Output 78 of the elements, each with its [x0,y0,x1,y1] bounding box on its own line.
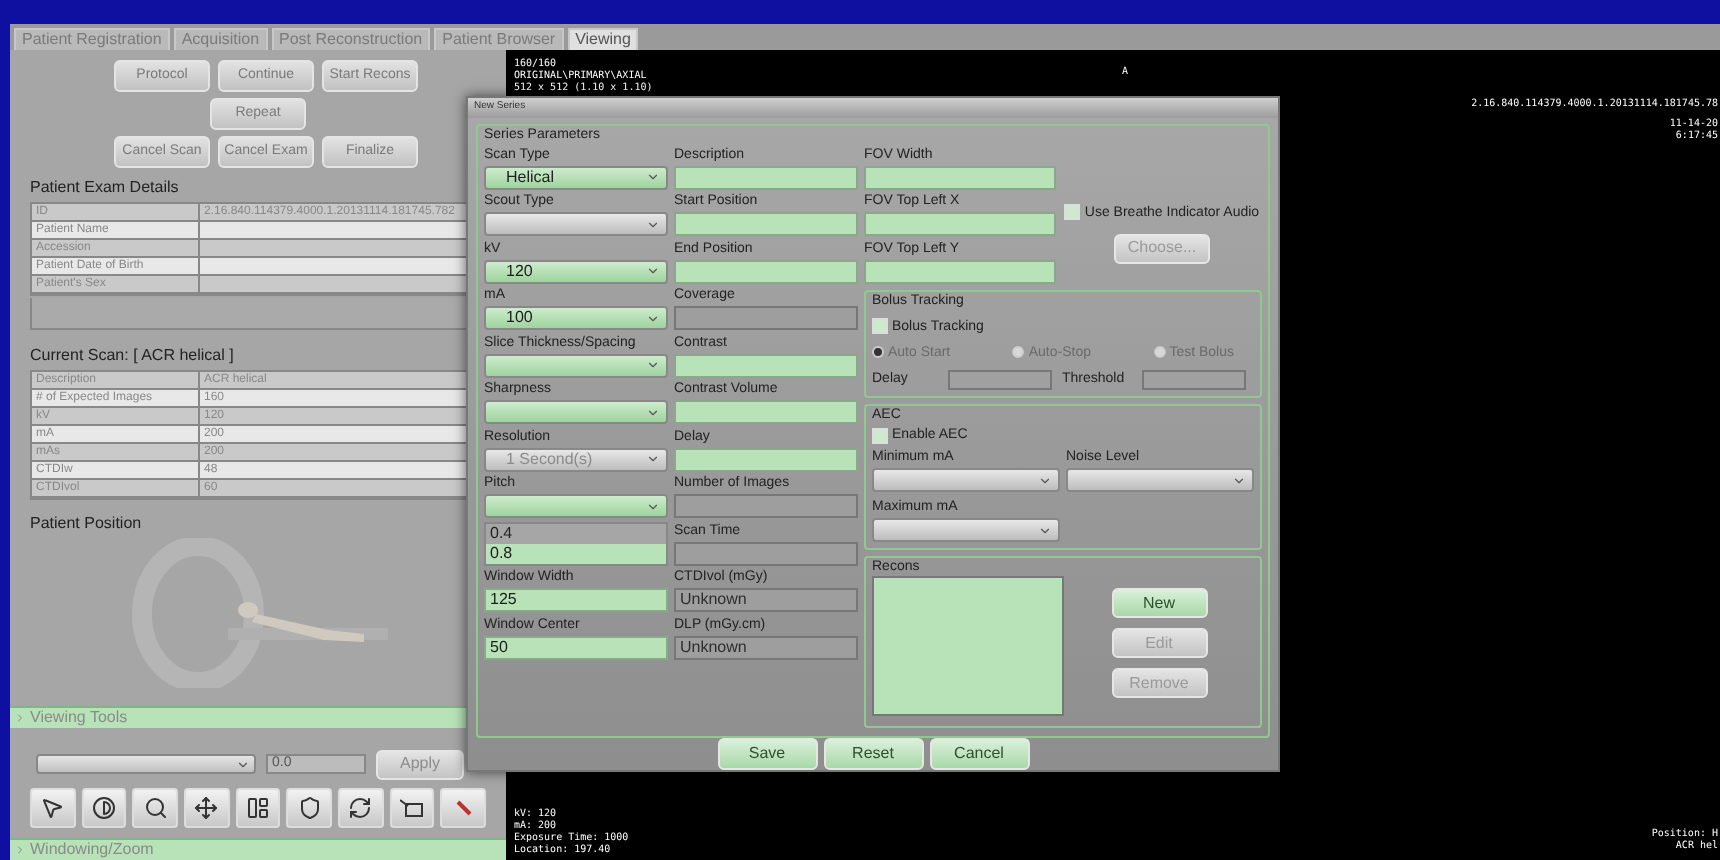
tab[interactable]: Viewing [567,28,639,50]
caret-icon [1038,473,1052,487]
input-field[interactable] [674,259,858,283]
zoom-icon [143,796,168,820]
radio-button[interactable] [1012,346,1025,358]
dropdown[interactable] [1066,468,1254,492]
caret-icon [646,452,660,466]
dropdown[interactable] [484,353,668,377]
section-title: Current Scan: [ ACR helical ] [30,344,236,368]
caret-icon [646,405,660,419]
input-field[interactable] [948,369,1052,390]
box-icon [400,798,425,818]
dialog-button[interactable]: Save [717,738,817,770]
dropdown[interactable] [484,494,668,518]
radio-button[interactable] [872,346,884,358]
recons-button[interactable]: New [1111,588,1207,618]
tab[interactable]: Post Reconstruction [271,28,431,50]
input-field[interactable] [674,447,858,471]
expand-icon [14,712,26,724]
input-field[interactable]: 125 [484,588,668,612]
caret-icon [1038,523,1052,537]
tool-button[interactable] [81,788,127,828]
checkbox[interactable] [872,427,888,443]
input-field[interactable] [1142,369,1246,390]
input-field[interactable] [674,353,858,377]
move-icon [194,796,219,820]
input-field[interactable] [864,165,1056,189]
dropdown[interactable]: 100 [484,306,668,330]
tool-button[interactable] [184,788,230,828]
pointer-icon [40,796,65,820]
tool-button[interactable] [389,788,435,828]
layout-icon [246,796,271,820]
checkbox[interactable] [872,318,888,334]
dropdown[interactable]: Helical [484,165,668,189]
dialog-button[interactable]: Reset [823,738,923,770]
input-field[interactable] [674,212,858,236]
section-title: Patient Position [30,512,144,536]
caret-icon [646,170,660,184]
section-title: Patient Exam Details [30,176,181,200]
caret-icon [646,217,660,231]
caret-icon [646,499,660,513]
tool-button[interactable] [132,788,179,828]
input-field[interactable] [674,165,858,189]
tab[interactable]: Patient Registration [14,28,170,50]
caret-icon [1232,473,1246,487]
radio-button[interactable] [1153,346,1166,358]
dialog-button[interactable]: Cancel [929,738,1029,770]
tab[interactable]: Patient Browser [434,28,564,50]
tool-button[interactable] [440,788,487,828]
section-bar[interactable]: Windowing/Zoom [10,838,506,860]
dropdown[interactable]: 120 [484,259,668,283]
apply-button[interactable]: Apply [376,749,464,779]
caret-icon [646,311,660,325]
tool-button[interactable] [286,788,333,828]
dropdown[interactable] [872,518,1060,542]
dropdown[interactable] [872,468,1060,492]
list-option[interactable]: 0.8 [486,543,666,563]
dropdown[interactable] [484,400,668,424]
rotate-icon [348,796,373,820]
recons-list[interactable] [872,576,1064,716]
tool-button[interactable] [338,788,384,828]
contrast-icon [92,796,116,820]
caret-icon [646,264,660,278]
checkbox[interactable] [1064,204,1081,220]
section-title: Viewing Tools [30,706,128,730]
input-field[interactable] [864,212,1056,236]
input-field[interactable] [864,259,1056,283]
input-field[interactable] [674,400,858,424]
caret-icon [236,757,250,771]
expand-icon [14,844,26,856]
section-title: Windowing/Zoom [30,838,154,860]
tool-button[interactable] [30,788,76,828]
shield-icon [297,796,322,820]
tab[interactable]: Acquisition [173,28,268,50]
dropdown[interactable] [36,754,256,774]
tool-button[interactable] [235,788,281,828]
input-field[interactable]: 50 [484,635,668,659]
caret-icon [646,358,660,372]
